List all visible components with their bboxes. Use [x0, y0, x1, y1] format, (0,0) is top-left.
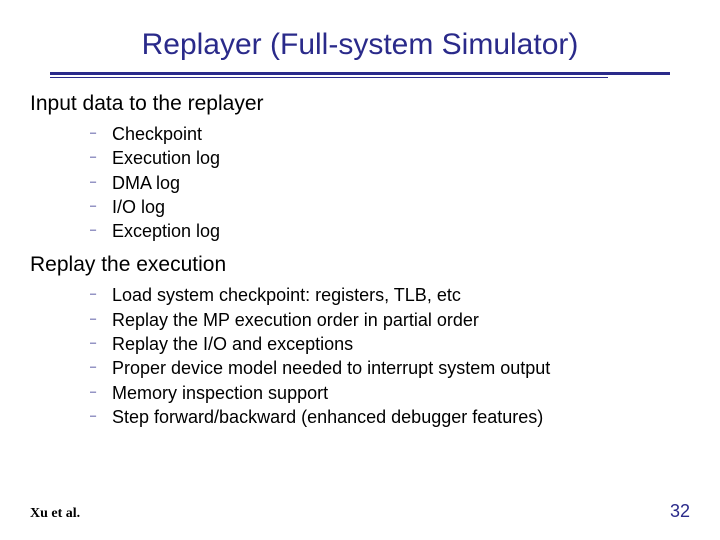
list-item: Execution log	[90, 146, 670, 170]
list-item: Exception log	[90, 219, 670, 243]
slide: Replayer (Full-system Simulator) Input d…	[0, 0, 720, 540]
list-item: Checkpoint	[90, 122, 670, 146]
footer: Xu et al. 32	[30, 501, 690, 522]
list-item: Load system checkpoint: registers, TLB, …	[90, 283, 670, 307]
slide-title: Replayer (Full-system Simulator)	[50, 28, 670, 62]
rule-thick	[50, 72, 670, 75]
title-rule	[50, 72, 670, 78]
list-item: Replay the I/O and exceptions	[90, 332, 670, 356]
list-item: Replay the MP execution order in partial…	[90, 308, 670, 332]
list-item: Step forward/backward (enhanced debugger…	[90, 405, 670, 429]
section-heading-1: Replay the execution	[30, 253, 670, 277]
section-heading-0: Input data to the replayer	[30, 92, 670, 116]
section-list-0: Checkpoint Execution log DMA log I/O log…	[90, 122, 670, 243]
list-item: Memory inspection support	[90, 381, 670, 405]
list-item: DMA log	[90, 171, 670, 195]
rule-thin	[50, 77, 608, 78]
footer-page-number: 32	[670, 501, 690, 522]
list-item: I/O log	[90, 195, 670, 219]
footer-author: Xu et al.	[30, 506, 80, 522]
list-item: Proper device model needed to interrupt …	[90, 356, 670, 380]
section-list-1: Load system checkpoint: registers, TLB, …	[90, 283, 670, 429]
